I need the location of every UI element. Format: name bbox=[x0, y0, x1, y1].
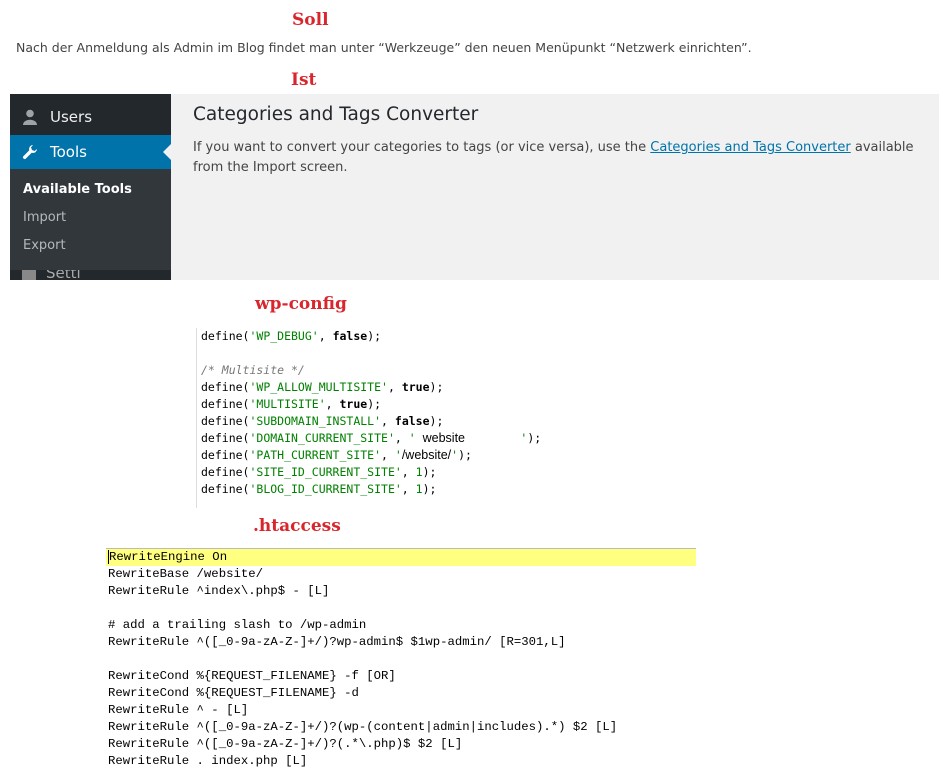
settings-icon bbox=[22, 270, 36, 280]
tools-submenu: Available Tools Import Export bbox=[10, 169, 171, 280]
code-line: define('BLOG_ID_CURRENT_SITE', 1); bbox=[201, 482, 437, 496]
code-line: define('DOMAIN_CURRENT_SITE', ' website … bbox=[201, 431, 542, 445]
wp-admin-screenshot: Users Tools Available Tools Import Expor… bbox=[10, 94, 939, 280]
wrench-icon bbox=[22, 144, 38, 160]
code-line: RewriteBase /website/ bbox=[108, 567, 263, 581]
menu-item-users[interactable]: Users bbox=[10, 100, 171, 134]
code-line: /* Multisite */ bbox=[201, 363, 305, 377]
htaccess-heading: .htaccess bbox=[253, 516, 341, 536]
desc-text-before: If you want to convert your categories t… bbox=[193, 140, 651, 155]
code-line: RewriteCond %{REQUEST_FILENAME} -f [OR] bbox=[108, 669, 396, 683]
wp-config-code: define('WP_DEBUG', false); /* Multisite … bbox=[196, 328, 542, 508]
submenu-import[interactable]: Import bbox=[23, 210, 66, 225]
code-line: RewriteEngine On bbox=[106, 549, 696, 566]
code-line: RewriteRule ^([_0-9a-zA-Z-]+/)?(.*\.php)… bbox=[108, 737, 463, 751]
code-line: define('SUBDOMAIN_INSTALL', false); bbox=[201, 414, 444, 428]
ist-heading: Ist bbox=[291, 70, 317, 90]
code-line: # add a trailing slash to /wp-admin bbox=[108, 618, 367, 632]
code-line: define('SITE_ID_CURRENT_SITE', 1); bbox=[201, 465, 437, 479]
htaccess-code: RewriteEngine On RewriteBase /website/ R… bbox=[106, 548, 696, 770]
converter-title: Categories and Tags Converter bbox=[193, 104, 479, 125]
submenu-export[interactable]: Export bbox=[23, 238, 66, 253]
converter-link[interactable]: Categories and Tags Converter bbox=[650, 140, 850, 155]
intro-text: Nach der Anmeldung als Admin im Blog fin… bbox=[16, 40, 752, 55]
tools-content: Categories and Tags Converter If you wan… bbox=[193, 104, 933, 178]
menu-label-settings: Setti bbox=[46, 270, 81, 280]
menu-label-tools: Tools bbox=[50, 143, 87, 161]
code-line: RewriteRule ^ - [L] bbox=[108, 703, 249, 717]
submenu-available-tools[interactable]: Available Tools bbox=[23, 182, 132, 197]
menu-item-tools[interactable]: Tools bbox=[10, 135, 171, 169]
code-line: RewriteCond %{REQUEST_FILENAME} -d bbox=[108, 686, 359, 700]
code-line: define('PATH_CURRENT_SITE', '/website/')… bbox=[201, 448, 472, 462]
converter-description: If you want to convert your categories t… bbox=[193, 138, 933, 178]
code-line: define('MULTISITE', true); bbox=[201, 397, 382, 411]
menu-label-users: Users bbox=[50, 108, 93, 126]
admin-sidebar: Users Tools Available Tools Import Expor… bbox=[10, 94, 171, 280]
code-line: RewriteRule ^([_0-9a-zA-Z-]+/)?(wp-(cont… bbox=[108, 720, 618, 734]
users-icon bbox=[22, 109, 38, 125]
code-line: RewriteRule ^index\.php$ - [L] bbox=[108, 584, 330, 598]
code-line: RewriteRule . index.php [L] bbox=[108, 754, 308, 768]
soll-heading: Soll bbox=[292, 10, 329, 30]
code-line: RewriteRule ^([_0-9a-zA-Z-]+/)?wp-admin$… bbox=[108, 635, 566, 649]
active-menu-arrow bbox=[163, 144, 171, 160]
code-line: define('WP_DEBUG', false); bbox=[201, 329, 382, 343]
menu-item-settings[interactable]: Setti bbox=[10, 270, 171, 280]
wp-config-heading: wp-config bbox=[255, 294, 347, 314]
code-line: define('WP_ALLOW_MULTISITE', true); bbox=[201, 380, 444, 394]
